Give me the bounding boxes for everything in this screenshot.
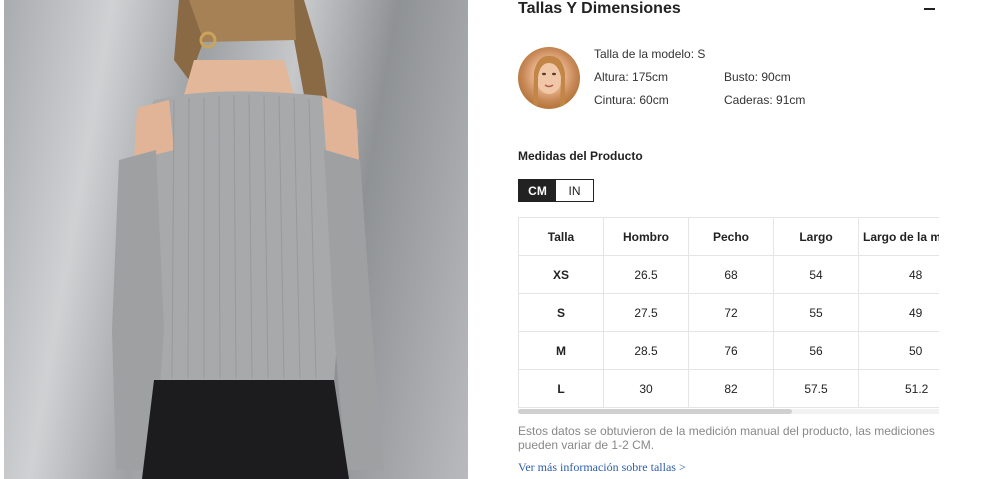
chest-cell: 76 — [688, 331, 774, 370]
length-cell: 56 — [773, 331, 859, 370]
model-avatar — [518, 47, 580, 109]
length-cell: 57.5 — [773, 369, 859, 408]
size-table: Talla Hombro Pecho Largo Largo de la man… — [518, 217, 939, 408]
table-row: S 27.5 72 55 49 — [518, 293, 939, 332]
shoulder-cell: 26.5 — [603, 255, 689, 294]
sleeve-cell: 48 — [858, 255, 939, 294]
model-face-illustration — [533, 55, 565, 107]
model-waist: Cintura: 60cm — [594, 93, 669, 107]
size-cell: L — [518, 369, 604, 408]
unit-in-button[interactable]: IN — [556, 180, 593, 201]
more-size-info-link[interactable]: Ver más información sobre tallas > — [518, 460, 686, 475]
sleeve-cell: 49 — [858, 293, 939, 332]
size-cell: M — [518, 331, 604, 370]
shoulder-cell: 30 — [603, 369, 689, 408]
table-scrollbar-thumb[interactable] — [518, 409, 792, 414]
table-row: M 28.5 76 56 50 — [518, 331, 939, 370]
size-table-container[interactable]: Talla Hombro Pecho Largo Largo de la man… — [518, 217, 939, 409]
table-scrollbar[interactable] — [518, 409, 939, 414]
table-header-row: Talla Hombro Pecho Largo Largo de la man… — [518, 217, 939, 256]
product-photo — [4, 0, 468, 479]
header-talla: Talla — [518, 217, 604, 256]
size-panel: Tallas Y Dimensiones Talla de la modelo:… — [518, 0, 998, 479]
sleeve-cell: 51.2 — [858, 369, 939, 408]
shoulder-cell: 28.5 — [603, 331, 689, 370]
model-bust: Busto: 90cm — [724, 70, 791, 84]
sleeve-cell: 50 — [858, 331, 939, 370]
product-measurements-title: Medidas del Producto — [518, 149, 643, 163]
minus-icon[interactable] — [924, 8, 935, 10]
header-largo-manga: Largo de la manga — [858, 217, 939, 256]
model-size: Talla de la modelo: S — [594, 47, 706, 61]
model-hips: Caderas: 91cm — [724, 93, 806, 107]
chest-cell: 72 — [688, 293, 774, 332]
size-cell: S — [518, 293, 604, 332]
shoulder-cell: 27.5 — [603, 293, 689, 332]
table-row: L 30 82 57.5 51.2 — [518, 369, 939, 408]
table-row: XS 26.5 68 54 48 — [518, 255, 939, 294]
model-height: Altura: 175cm — [594, 70, 669, 84]
measurement-disclaimer: Estos datos se obtuvieron de la medición… — [518, 424, 935, 452]
length-cell: 54 — [773, 255, 859, 294]
unit-cm-button[interactable]: CM — [519, 180, 556, 201]
size-cell: XS — [518, 255, 604, 294]
section-title: Tallas Y Dimensiones — [518, 0, 681, 17]
unit-toggle: CM IN — [518, 179, 594, 202]
header-largo: Largo — [773, 217, 859, 256]
header-pecho: Pecho — [688, 217, 774, 256]
section-header[interactable]: Tallas Y Dimensiones — [518, 0, 938, 20]
product-photo-illustration — [112, 0, 384, 479]
chest-cell: 82 — [688, 369, 774, 408]
header-hombro: Hombro — [603, 217, 689, 256]
length-cell: 55 — [773, 293, 859, 332]
chest-cell: 68 — [688, 255, 774, 294]
